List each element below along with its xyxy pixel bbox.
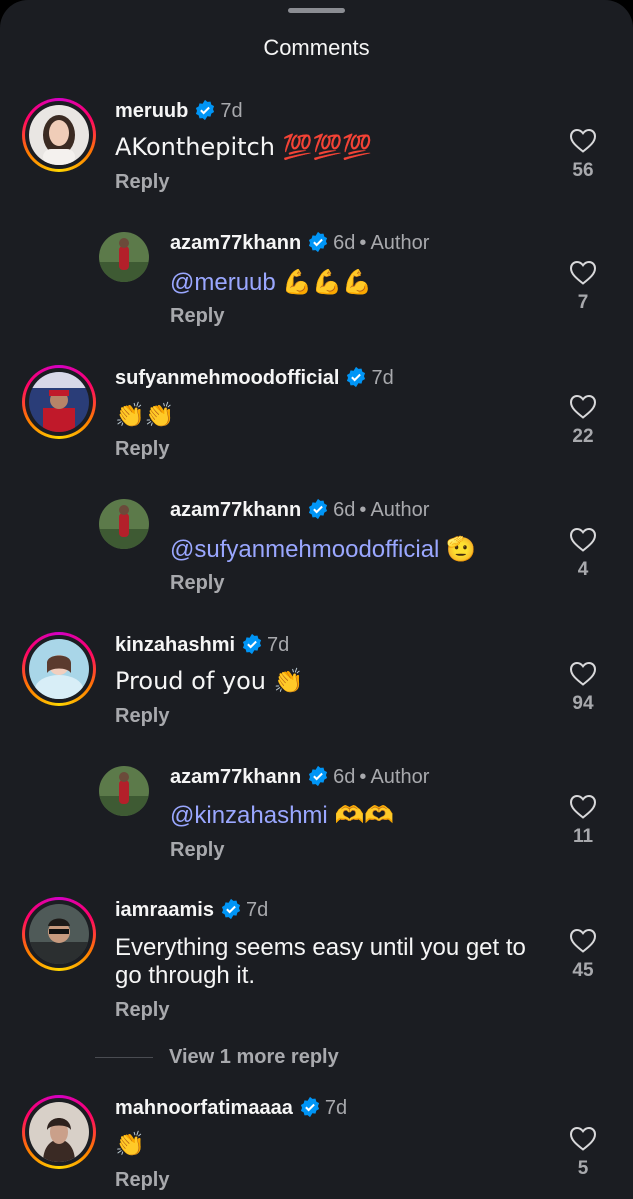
- like-button[interactable]: 94: [563, 659, 603, 715]
- avatar[interactable]: [99, 766, 149, 816]
- like-button[interactable]: 11: [563, 792, 603, 848]
- view-more-replies-button[interactable]: View 1 more reply: [95, 1045, 339, 1069]
- timestamp: 6d: [333, 499, 356, 521]
- like-count: 4: [577, 559, 589, 580]
- reply-button[interactable]: Reply: [170, 304, 224, 328]
- reply-button[interactable]: Reply: [170, 838, 224, 862]
- reply-button[interactable]: Reply: [170, 571, 224, 595]
- like-count: 7: [577, 292, 589, 313]
- timestamp: 6d: [333, 766, 356, 788]
- like-button[interactable]: 22: [563, 392, 603, 448]
- comment-text: 👏👏: [115, 401, 175, 429]
- avatar[interactable]: [22, 1095, 96, 1169]
- page-title: Comments: [263, 35, 370, 60]
- heart-icon: [569, 794, 597, 819]
- verified-badge-icon: [309, 498, 328, 520]
- like-count: 45: [572, 960, 594, 981]
- drag-handle[interactable]: [288, 8, 345, 13]
- verified-badge-icon: [309, 765, 328, 787]
- verified-badge-icon: [309, 231, 328, 253]
- heart-icon: [569, 128, 597, 153]
- username[interactable]: kinzahashmi: [115, 634, 235, 656]
- username[interactable]: meruub: [115, 100, 188, 122]
- avatar[interactable]: [22, 98, 96, 172]
- heart-icon: [569, 1126, 597, 1151]
- verified-badge-icon: [300, 1096, 319, 1118]
- comments-sheet: Comments meruub 7d AKonthepitch 💯💯💯 Reply…: [0, 0, 633, 1199]
- like-count: 56: [572, 160, 594, 181]
- like-count: 11: [572, 826, 594, 847]
- comment-text: 👏: [115, 1130, 145, 1158]
- comment-text: Everything seems easy until you get to g…: [115, 934, 526, 989]
- reply-button[interactable]: Reply: [115, 998, 169, 1022]
- like-count: 22: [572, 426, 594, 447]
- timestamp: 7d: [371, 367, 394, 389]
- mention-link[interactable]: @kinzahashmi: [170, 802, 328, 829]
- timestamp: 7d: [220, 100, 243, 122]
- mention-link[interactable]: @sufyanmehmoodofficial: [170, 536, 439, 563]
- like-count: 94: [572, 693, 594, 714]
- comment-text: @sufyanmehmoodofficial 🫡: [170, 535, 476, 563]
- heart-icon: [569, 527, 597, 552]
- timestamp: 7d: [324, 1097, 348, 1119]
- like-button[interactable]: 7: [563, 258, 603, 314]
- like-button[interactable]: 45: [563, 926, 603, 982]
- username[interactable]: azam77khann: [170, 499, 301, 521]
- avatar[interactable]: [22, 632, 96, 706]
- username[interactable]: mahnoorfatimaaaa: [115, 1097, 293, 1119]
- like-count: 5: [577, 1158, 589, 1179]
- divider: [95, 1057, 153, 1059]
- like-button[interactable]: 4: [563, 525, 603, 581]
- verified-badge-icon: [242, 633, 262, 655]
- like-button[interactable]: 5: [563, 1124, 603, 1180]
- timestamp: 7d: [267, 634, 290, 656]
- author-label: Author: [370, 232, 430, 254]
- avatar[interactable]: [22, 897, 96, 971]
- username[interactable]: sufyanmehmoodofficial: [115, 367, 339, 389]
- mention-link[interactable]: @meruub: [170, 269, 276, 296]
- timestamp: 7d: [245, 899, 269, 921]
- heart-icon: [569, 661, 597, 686]
- timestamp: 6d: [333, 232, 356, 254]
- heart-icon: [569, 260, 597, 285]
- username[interactable]: azam77khann: [170, 766, 301, 788]
- avatar[interactable]: [22, 365, 96, 439]
- heart-icon: [569, 928, 597, 953]
- like-button[interactable]: 56: [563, 126, 603, 182]
- verified-badge-icon: [221, 898, 241, 920]
- avatar[interactable]: [99, 499, 149, 549]
- username[interactable]: iamraamis: [115, 899, 214, 921]
- comment-text: @meruub 💪💪💪: [170, 268, 373, 296]
- author-label: Author: [370, 499, 430, 521]
- username[interactable]: azam77khann: [170, 232, 301, 254]
- reply-button[interactable]: Reply: [115, 170, 169, 194]
- verified-badge-icon: [196, 99, 215, 121]
- comment-text: Proud of you 👏: [115, 667, 304, 695]
- comment-text: AKonthepitch 💯💯💯: [115, 133, 373, 161]
- reply-button[interactable]: Reply: [115, 704, 169, 728]
- verified-badge-icon: [347, 366, 366, 388]
- comment-text: @kinzahashmi 🫶🫶: [170, 801, 395, 829]
- reply-button[interactable]: Reply: [115, 1168, 169, 1192]
- reply-button[interactable]: Reply: [115, 437, 169, 461]
- author-label: Author: [370, 766, 430, 788]
- avatar[interactable]: [99, 232, 149, 282]
- heart-icon: [569, 394, 597, 419]
